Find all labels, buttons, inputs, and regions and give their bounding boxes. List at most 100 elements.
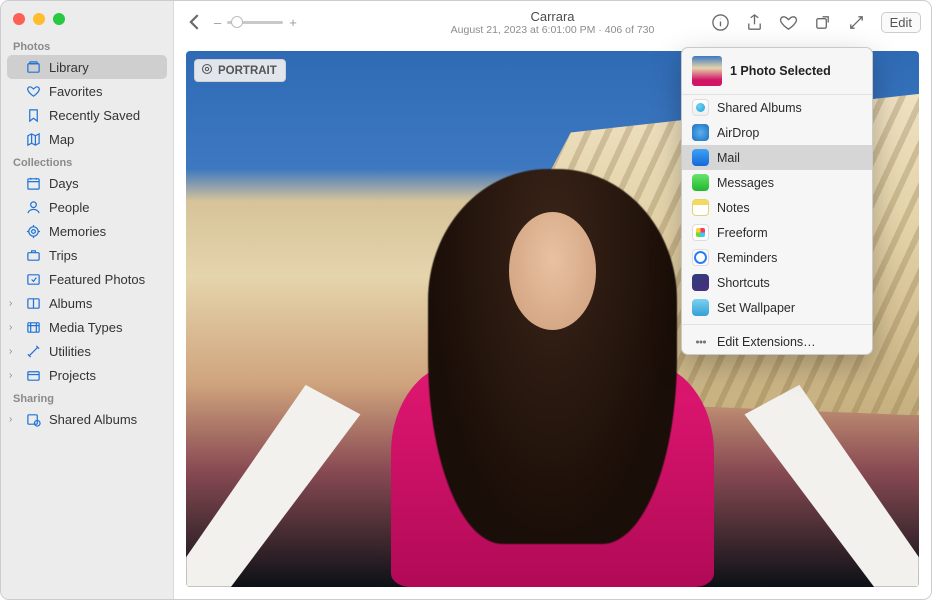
- share-edit-extensions[interactable]: Edit Extensions…: [682, 329, 872, 354]
- notes-icon: [692, 199, 709, 216]
- share-item-label: Reminders: [717, 251, 777, 265]
- share-item-label: Shortcuts: [717, 276, 770, 290]
- sidebar-item-media-types[interactable]: › Media Types: [1, 315, 173, 339]
- share-item-shortcuts[interactable]: Shortcuts: [682, 270, 872, 295]
- zoom-track[interactable]: [227, 21, 283, 24]
- zoom-slider[interactable]: – +: [214, 15, 297, 30]
- shared-icon: [692, 99, 709, 116]
- suitcase-icon: [25, 247, 41, 263]
- share-item-set-wallpaper[interactable]: Set Wallpaper: [682, 295, 872, 320]
- share-item-airdrop[interactable]: AirDrop: [682, 120, 872, 145]
- zoom-thumb[interactable]: [231, 16, 243, 28]
- heart-icon: [25, 83, 41, 99]
- sidebar-item-favorites[interactable]: Favorites: [1, 79, 173, 103]
- sidebar: PhotosLibraryFavoritesRecently SavedMapC…: [1, 1, 174, 599]
- sidebar-item-label: People: [49, 200, 89, 215]
- reminders-icon: [692, 249, 709, 266]
- disclosure-icon[interactable]: ›: [9, 414, 12, 425]
- share-item-mail[interactable]: Mail: [682, 145, 872, 170]
- sidebar-section-header: Sharing: [1, 387, 173, 407]
- sidebar-item-projects[interactable]: ›Projects: [1, 363, 173, 387]
- bookmark-icon: [25, 107, 41, 123]
- share-item-messages[interactable]: Messages: [682, 170, 872, 195]
- projects-icon: [25, 367, 41, 383]
- auto-enhance-button[interactable]: [847, 12, 867, 32]
- title-block: Carrara August 21, 2023 at 6:01:00 PM · …: [451, 9, 655, 36]
- sidebar-item-memories[interactable]: Memories: [1, 219, 173, 243]
- sidebar-item-people[interactable]: People: [1, 195, 173, 219]
- messages-icon: [692, 174, 709, 191]
- sidebar-item-label: Recently Saved: [49, 108, 140, 123]
- share-edit-extensions-label: Edit Extensions…: [717, 335, 816, 349]
- sidebar-item-shared-albums[interactable]: › Shared Albums: [1, 407, 173, 431]
- sidebar-item-label: Favorites: [49, 84, 102, 99]
- share-item-label: Messages: [717, 176, 774, 190]
- person-icon: [25, 199, 41, 215]
- extensions-icon: [692, 333, 709, 350]
- disclosure-icon[interactable]: ›: [9, 346, 12, 357]
- photo-subtitle: August 21, 2023 at 6:01:00 PM · 406 of 7…: [451, 24, 655, 36]
- sidebar-item-label: Days: [49, 176, 79, 191]
- back-button[interactable]: [184, 11, 206, 33]
- sidebar-item-utilities[interactable]: › Utilities: [1, 339, 173, 363]
- share-menu: 1 Photo Selected Shared Albums AirDrop Mai…: [681, 47, 873, 355]
- share-item-notes[interactable]: Notes: [682, 195, 872, 220]
- sidebar-item-label: Memories: [49, 224, 106, 239]
- sidebar-item-label: Albums: [49, 296, 92, 311]
- share-item-reminders[interactable]: Reminders: [682, 245, 872, 270]
- freeform-icon: [692, 224, 709, 241]
- share-item-shared-albums[interactable]: Shared Albums: [682, 95, 872, 120]
- info-button[interactable]: [711, 12, 731, 32]
- sidebar-item-library[interactable]: Library: [7, 55, 167, 79]
- sidebar-item-label: Utilities: [49, 344, 91, 359]
- share-button[interactable]: [745, 12, 765, 32]
- sidebar-item-label: Map: [49, 132, 74, 147]
- main-content: – + Carrara August 21, 2023 at 6:01:00 P…: [174, 1, 931, 599]
- sidebar-item-label: Featured Photos: [49, 272, 145, 287]
- share-thumbnail: [692, 56, 722, 86]
- sidebar-section-header: Collections: [1, 151, 173, 171]
- sidebar-item-albums[interactable]: › Albums: [1, 291, 173, 315]
- disclosure-icon[interactable]: ›: [9, 322, 12, 333]
- zoom-in-label: +: [289, 15, 297, 30]
- wallpaper-icon: [692, 299, 709, 316]
- edit-button[interactable]: Edit: [881, 12, 921, 33]
- sidebar-item-label: Shared Albums: [49, 412, 137, 427]
- photo-title: Carrara: [451, 9, 655, 24]
- sidebar-item-recently-saved[interactable]: Recently Saved: [1, 103, 173, 127]
- shortcuts-icon: [692, 274, 709, 291]
- portrait-badge: PORTRAIT: [194, 59, 286, 82]
- minimize-window-button[interactable]: [33, 13, 45, 25]
- share-menu-header: 1 Photo Selected: [682, 48, 872, 95]
- sidebar-item-trips[interactable]: Trips: [1, 243, 173, 267]
- share-item-label: Set Wallpaper: [717, 301, 795, 315]
- sidebar-item-label: Media Types: [49, 320, 122, 335]
- album-icon: [25, 295, 41, 311]
- mediatypes-icon: [25, 319, 41, 335]
- mail-icon: [692, 149, 709, 166]
- disclosure-icon[interactable]: ›: [9, 370, 12, 381]
- share-item-freeform[interactable]: Freeform: [682, 220, 872, 245]
- share-item-label: Notes: [717, 201, 750, 215]
- sidebar-item-label: Library: [49, 60, 89, 75]
- utilities-icon: [25, 343, 41, 359]
- share-item-label: Freeform: [717, 226, 768, 240]
- sidebar-item-label: Trips: [49, 248, 77, 263]
- share-header-label: 1 Photo Selected: [730, 64, 831, 78]
- sidebar-item-map[interactable]: Map: [1, 127, 173, 151]
- sidebar-item-days[interactable]: Days: [1, 171, 173, 195]
- share-item-label: AirDrop: [717, 126, 759, 140]
- zoom-window-button[interactable]: [53, 13, 65, 25]
- share-item-label: Shared Albums: [717, 101, 802, 115]
- sparkle-icon: [25, 271, 41, 287]
- memories-icon: [25, 223, 41, 239]
- share-item-label: Mail: [717, 151, 740, 165]
- disclosure-icon[interactable]: ›: [9, 298, 12, 309]
- library-icon: [25, 59, 41, 75]
- favorite-button[interactable]: [779, 12, 799, 32]
- portrait-icon: [201, 63, 213, 78]
- zoom-out-label: –: [214, 15, 221, 30]
- sidebar-item-featured-photos[interactable]: Featured Photos: [1, 267, 173, 291]
- rotate-button[interactable]: [813, 12, 833, 32]
- close-window-button[interactable]: [13, 13, 25, 25]
